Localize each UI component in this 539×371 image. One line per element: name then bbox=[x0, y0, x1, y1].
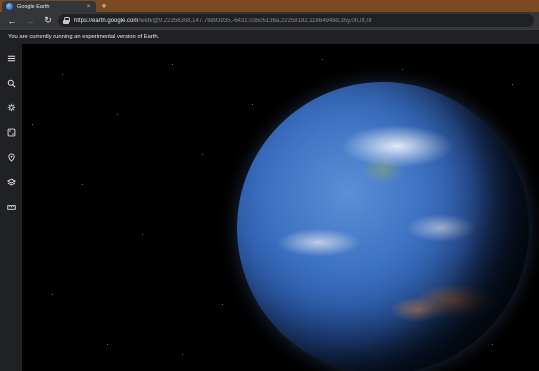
search-button[interactable] bbox=[4, 76, 18, 90]
star bbox=[492, 344, 493, 345]
voyager-icon bbox=[7, 103, 15, 111]
measure-button[interactable] bbox=[4, 200, 18, 214]
star bbox=[182, 354, 183, 355]
feeling-lucky-button[interactable] bbox=[4, 125, 18, 139]
voyager-button[interactable] bbox=[4, 100, 18, 114]
star bbox=[222, 304, 223, 305]
star bbox=[202, 154, 203, 155]
experimental-infobar: You are currently running an experimenta… bbox=[0, 29, 539, 44]
star bbox=[172, 64, 173, 65]
tab-close-icon[interactable]: × bbox=[85, 4, 92, 10]
lock-icon[interactable] bbox=[63, 17, 70, 24]
map-style-icon bbox=[6, 178, 16, 186]
google-earth-favicon-icon bbox=[6, 3, 13, 10]
star bbox=[82, 184, 83, 185]
tab-google-earth[interactable]: Google Earth × bbox=[2, 1, 96, 12]
map-style-button[interactable] bbox=[4, 175, 18, 189]
back-button[interactable]: ← bbox=[6, 15, 18, 27]
star bbox=[142, 234, 143, 235]
star bbox=[32, 124, 33, 125]
earth-sidebar bbox=[0, 44, 22, 371]
feeling-lucky-icon bbox=[7, 128, 15, 136]
tab-strip: Google Earth × + bbox=[0, 0, 539, 12]
globe-shadow bbox=[237, 82, 529, 371]
url-host: https://earth.google.com bbox=[74, 17, 139, 24]
url-text[interactable]: https://earth.google.com/web/@9.22356308… bbox=[74, 18, 372, 24]
star bbox=[512, 84, 513, 85]
tab-title: Google Earth bbox=[17, 3, 50, 10]
search-icon bbox=[7, 79, 15, 87]
star bbox=[52, 294, 53, 295]
star bbox=[62, 74, 63, 75]
forward-button[interactable]: → bbox=[24, 15, 36, 27]
reload-button[interactable]: ↻ bbox=[42, 15, 54, 27]
star bbox=[252, 104, 253, 105]
projects-icon bbox=[7, 152, 15, 162]
address-bar[interactable]: https://earth.google.com/web/@9.22356308… bbox=[58, 14, 534, 27]
menu-button[interactable] bbox=[4, 51, 18, 65]
infobar-message: You are currently running an experimenta… bbox=[8, 34, 160, 40]
star bbox=[107, 344, 108, 345]
star bbox=[117, 114, 118, 115]
projects-button[interactable] bbox=[4, 150, 18, 164]
new-tab-button[interactable]: + bbox=[99, 1, 109, 11]
star bbox=[322, 59, 323, 60]
star bbox=[402, 69, 403, 70]
browser-toolbar: ← → ↻ https://earth.google.com/web/@9.22… bbox=[0, 12, 539, 29]
url-path: /web/@9.22356308,147.78893935,-6431.0350… bbox=[138, 17, 372, 24]
measure-icon bbox=[6, 204, 16, 210]
menu-icon bbox=[7, 55, 15, 61]
